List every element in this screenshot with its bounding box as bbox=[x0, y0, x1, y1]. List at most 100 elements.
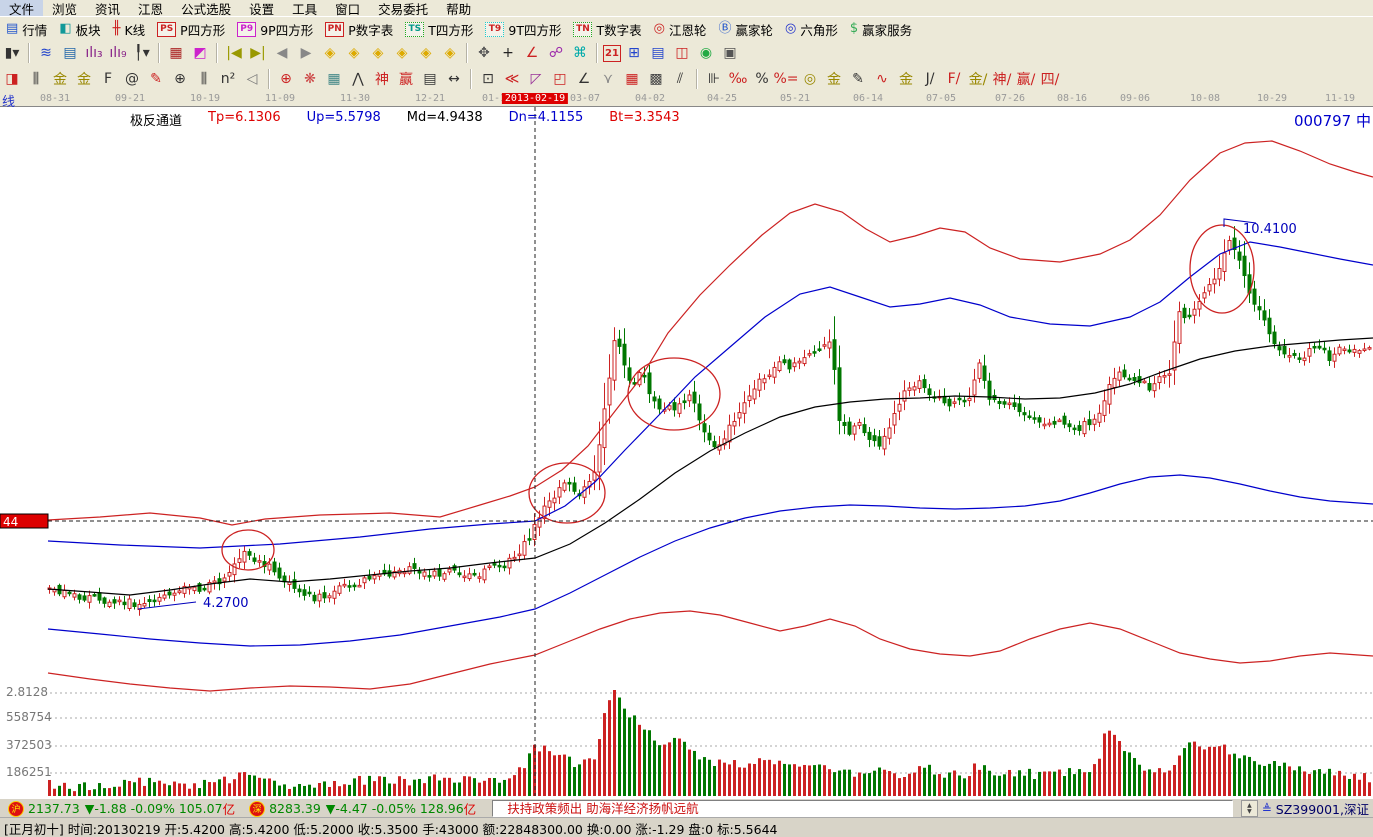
gann-shape-icon[interactable]: ☍ bbox=[545, 43, 567, 64]
percent-icon[interactable]: % bbox=[751, 69, 773, 90]
ying-angle-icon[interactable]: 赢/ bbox=[1015, 69, 1037, 90]
indicator-dn: Dn=4.1155 bbox=[509, 110, 584, 129]
crosshair-tool-icon[interactable]: + bbox=[497, 43, 519, 64]
pattern-icon[interactable]: ⌘ bbox=[569, 43, 591, 64]
gann-wheel-button-icon: ◎ bbox=[654, 22, 665, 36]
winner-service-button[interactable]: $赢家服务 bbox=[844, 18, 918, 40]
printer-icon[interactable]: ▣ bbox=[719, 43, 741, 64]
toolbar-separator bbox=[28, 43, 30, 63]
fan-lines-icon[interactable]: ≪ bbox=[501, 69, 523, 90]
save-icon[interactable]: ◫ bbox=[671, 43, 693, 64]
shen-ruler-icon[interactable]: 神 bbox=[371, 69, 393, 90]
t-number-button-badge-icon: TN bbox=[573, 22, 592, 37]
p9-square-button-badge-icon: P9 bbox=[237, 22, 256, 37]
date-label: 07-26 bbox=[995, 93, 1025, 104]
stock-code-label: 000797 中 bbox=[1294, 110, 1371, 131]
bars3-icon[interactable]: ılı₃ bbox=[83, 43, 105, 64]
p-square-button[interactable]: PSP四方形 bbox=[151, 18, 231, 40]
spinner-down-icon[interactable]: ▼ bbox=[1247, 809, 1252, 815]
next-icon[interactable]: ▶ bbox=[295, 43, 317, 64]
zoom-diamond-4[interactable]: ◈ bbox=[391, 43, 413, 64]
angle-tool-icon[interactable]: ∠ bbox=[521, 43, 543, 64]
spiral-icon[interactable]: @ bbox=[121, 69, 143, 90]
grid2-icon[interactable]: ▩ bbox=[645, 69, 667, 90]
gann-wheel-button[interactable]: ◎江恩轮 bbox=[648, 18, 713, 40]
candle-type-dropdown[interactable]: ╿▾ bbox=[131, 43, 153, 64]
angle-lines-icon[interactable]: ∠ bbox=[573, 69, 595, 90]
gold-ruler1-icon[interactable]: 金 bbox=[49, 69, 71, 90]
t-number-button[interactable]: TN T数字表 bbox=[567, 18, 647, 40]
status-spinner[interactable]: ▲ ▼ bbox=[1241, 800, 1258, 817]
box-ruler-icon[interactable]: ⊡ bbox=[477, 69, 499, 90]
fan-box-icon[interactable]: ◸ bbox=[525, 69, 547, 90]
layout-icon[interactable]: ▦ bbox=[165, 43, 187, 64]
notes-icon[interactable]: ▤ bbox=[647, 43, 669, 64]
gold-ruler2-icon[interactable]: 金 bbox=[73, 69, 95, 90]
first-page-icon[interactable]: |◀ bbox=[223, 43, 245, 64]
fibonacci-ruler-icon[interactable]: F bbox=[97, 69, 119, 90]
draw-select-icon[interactable]: ◨ bbox=[1, 69, 23, 90]
p-number-button[interactable]: PNP数字表 bbox=[319, 18, 399, 40]
wave-ruler-icon[interactable]: ∿ bbox=[871, 69, 893, 90]
si-angle-icon[interactable]: 四/ bbox=[1039, 69, 1061, 90]
ying-ruler-icon[interactable]: 赢 bbox=[395, 69, 417, 90]
winner-wheel-button-label: 赢家轮 bbox=[736, 20, 774, 39]
p9-square-button[interactable]: P99P四方形 bbox=[231, 18, 319, 40]
gold-line-icon[interactable]: 金 bbox=[823, 69, 845, 90]
prev-icon[interactable]: ◀ bbox=[271, 43, 293, 64]
gold-angle-icon[interactable]: 金 bbox=[895, 69, 917, 90]
date-label: 06-14 bbox=[853, 93, 883, 104]
kline-chart-canvas[interactable]: 4410.41004.2700 bbox=[0, 107, 1373, 799]
fan-grid-icon[interactable]: ◰ bbox=[549, 69, 571, 90]
flag-tool-icon[interactable]: ◁ bbox=[241, 69, 263, 90]
bars9-icon[interactable]: ılı₉ bbox=[107, 43, 129, 64]
k-mark-icon[interactable]: ⋀ bbox=[347, 69, 369, 90]
circle-target-icon[interactable]: ⊕ bbox=[275, 69, 297, 90]
chart-style-dropdown[interactable]: ▮▾ bbox=[1, 43, 23, 64]
web-grid-icon[interactable]: ▦ bbox=[323, 69, 345, 90]
gann-line-icon[interactable]: ⫼ bbox=[25, 69, 47, 90]
ruler123-icon[interactable]: ▤ bbox=[419, 69, 441, 90]
parallel-lines-icon[interactable]: ⫽ bbox=[669, 69, 691, 90]
winner-wheel-button[interactable]: Ⓑ赢家轮 bbox=[712, 18, 779, 40]
chart-area[interactable]: 4410.41004.2700 极反通道 Tp=6.1306 Up=5.5798… bbox=[0, 106, 1373, 799]
grid1-icon[interactable]: ▦ bbox=[621, 69, 643, 90]
percent7-icon[interactable]: ‰ bbox=[727, 69, 749, 90]
zoom-diamond-5[interactable]: ◈ bbox=[415, 43, 437, 64]
hand-tool-icon[interactable]: ✥ bbox=[473, 43, 495, 64]
browser-icon[interactable]: ◉ bbox=[695, 43, 717, 64]
zoom-diamond-3[interactable]: ◈ bbox=[367, 43, 389, 64]
zoom-diamond-6[interactable]: ◈ bbox=[439, 43, 461, 64]
f-angle-icon[interactable]: F/ bbox=[943, 69, 965, 90]
clipboard-icon[interactable]: ▤ bbox=[59, 43, 81, 64]
shen-angle-icon[interactable]: 神/ bbox=[991, 69, 1013, 90]
trend-chart-icon[interactable]: ≋ bbox=[35, 43, 57, 64]
main-toolbar: ▤行情◧板块╫K线PSP四方形P99P四方形PNP数字表TST四方形T99T四方… bbox=[0, 16, 1373, 42]
last-page-icon[interactable]: ▶| bbox=[247, 43, 269, 64]
kline-button[interactable]: ╫K线 bbox=[107, 18, 152, 40]
zoom-diamond-2[interactable]: ◈ bbox=[343, 43, 365, 64]
gann-circle-icon[interactable]: ⊕ bbox=[169, 69, 191, 90]
histogram-icon[interactable]: ◩ bbox=[189, 43, 211, 64]
j-angle-icon[interactable]: J/ bbox=[919, 69, 941, 90]
n2-ruler-icon[interactable]: n² bbox=[217, 69, 239, 90]
t-number-button-label: T数字表 bbox=[596, 20, 641, 39]
gold-angle2-icon[interactable]: 金/ bbox=[967, 69, 989, 90]
e-ruler-icon[interactable]: ⊪ bbox=[703, 69, 725, 90]
ruler-icon[interactable]: ⫼ bbox=[193, 69, 215, 90]
hexagon-button[interactable]: ◎六角形 bbox=[779, 18, 844, 40]
t9-square-button[interactable]: T99T四方形 bbox=[479, 18, 567, 40]
quotes-button[interactable]: ▤行情 bbox=[0, 18, 53, 40]
star-web-icon[interactable]: ❋ bbox=[299, 69, 321, 90]
percent-line-icon[interactable]: %= bbox=[775, 69, 797, 90]
brush-icon[interactable]: ✎ bbox=[145, 69, 167, 90]
sectors-button[interactable]: ◧板块 bbox=[53, 18, 106, 40]
pencil-tool-icon[interactable]: ✎ bbox=[847, 69, 869, 90]
t-square-button[interactable]: TST四方形 bbox=[399, 18, 479, 40]
v-lines-icon[interactable]: ⋎ bbox=[597, 69, 619, 90]
calculator-icon[interactable]: ⊞ bbox=[623, 43, 645, 64]
gold-circle-icon[interactable]: ◎ bbox=[799, 69, 821, 90]
width-arrows-icon[interactable]: ↔ bbox=[443, 69, 465, 90]
zoom-diamond-1[interactable]: ◈ bbox=[319, 43, 341, 64]
calendar-icon[interactable]: 21 bbox=[603, 45, 621, 62]
